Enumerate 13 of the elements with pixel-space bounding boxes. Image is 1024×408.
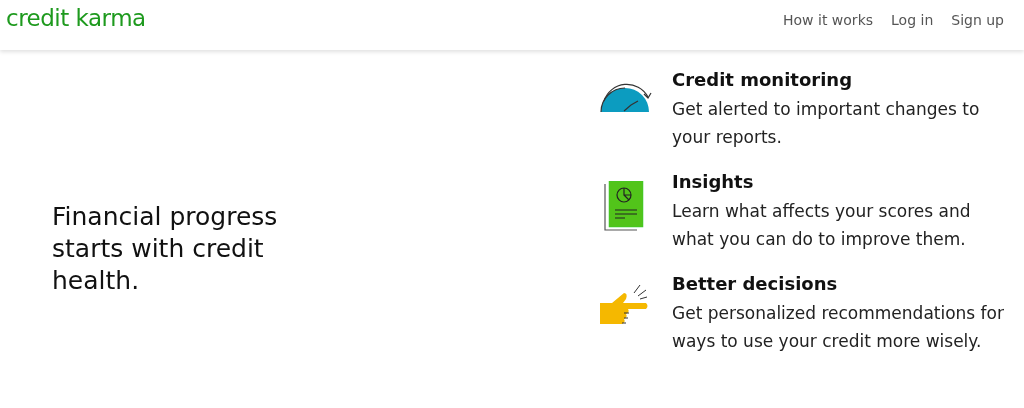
feature-description: Learn what affects your scores and what you can do to improve them. — [672, 200, 972, 251]
logo[interactable]: credit karma — [6, 5, 146, 31]
nav-link[interactable]: Sign up — [951, 12, 1004, 28]
report-icon — [604, 181, 644, 231]
headline: Financial progress starts with credit health. — [52, 201, 279, 297]
feature-title: Better decisions — [672, 272, 839, 296]
feature-title: Credit monitoring — [672, 68, 854, 92]
pointing-hand-icon — [598, 283, 650, 327]
nav-link[interactable]: How it works — [783, 12, 874, 28]
nav-link[interactable]: Log in — [891, 12, 934, 28]
feature-title: Insights — [672, 170, 755, 194]
feature-description: Get alerted to important changes to your reports. — [672, 98, 981, 149]
feature-description: Get personalized recommendations for ways to use your credit more wisely. — [672, 302, 1005, 353]
